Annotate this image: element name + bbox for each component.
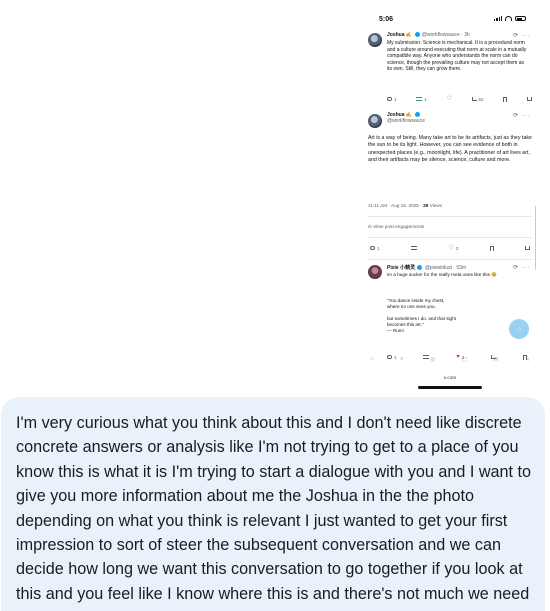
tweet-item[interactable]: Joshua ✍️ @workflowsauce · 3h ⟳ ··· My s… [368,32,533,112]
reply-count: 1 [377,245,380,251]
reply-count: 1 [394,96,397,102]
bookmark-button[interactable] [503,96,508,102]
heart-icon: ♡ [448,245,454,251]
repost-button[interactable] [410,246,417,250]
tweet-header: Pixie 小精灵 @pixieiidust · 53m [387,264,466,271]
avatar[interactable] [368,33,382,47]
bookmark-icon [503,96,508,102]
divider [368,259,532,260]
views-button[interactable]: 62 [471,96,484,102]
scrollbar[interactable] [534,206,536,270]
quoted-poem: "You dance inside my chest, where no one… [387,298,456,333]
views-label: Views [428,203,443,208]
more-icon[interactable]: ⟳ ··· [513,32,531,39]
reply-icon [387,97,392,101]
share-icon [526,97,532,101]
wifi-icon [505,16,512,21]
battery-icon [515,16,526,21]
emoji-icon: ✍️ [405,32,413,38]
engagements-label: View post engagements [373,225,425,230]
more-icon[interactable]: ⟳ ··· [513,264,531,271]
share-button[interactable] [526,97,532,101]
bottom-nav: ⌂ ⌕ ◎ ◻ ✉ ✎ [370,354,530,364]
repost-count: 1 [424,96,427,102]
like-button[interactable]: ♡ 3 [448,245,458,251]
share-icon [524,246,530,250]
tweet-text: im a huge sucker for the really meta one… [387,272,498,277]
grok-icon: ◌ [516,324,522,334]
heart-icon: ♡ [446,96,452,102]
verified-badge-icon [414,32,420,38]
more-icon[interactable]: ⟳ ··· [513,112,531,119]
divider [368,237,532,238]
view-count: 62 [478,96,484,102]
reply-tweet[interactable]: Pixie 小精灵 @pixieiidust · 53m ⟳ ··· im a … [368,264,533,294]
tweet-handle-time: @workflowsauce · 3h [421,32,470,38]
bookmark-button[interactable] [489,245,494,251]
tweet-header: Joshua ✍️ @workflowsauce · 3h [387,32,470,38]
views-icon [471,97,477,101]
reply-icon [370,246,375,250]
main-tweet-header[interactable]: Joshua ✍️ @workflowsauce ⟳ ··· [368,112,533,136]
share-button[interactable] [524,246,530,250]
main-tweet-actions: 1 ♡ 3 [370,244,530,252]
page: 5:06 Joshua ✍️ @workflowsauce · 3h ⟳ ···… [0,0,550,611]
home-icon[interactable]: ⌂ [370,356,374,362]
notifications-icon[interactable]: ◻ [462,356,467,363]
reply-button[interactable]: 1 [370,246,380,251]
search-icon[interactable]: ⌕ [400,356,403,363]
compose-icon[interactable]: ✎ [525,356,530,363]
main-tweet-text: Art is a way of being. Many take art to … [368,135,532,164]
url-bar[interactable]: x.com [362,376,538,381]
tweet-timestamp: 11:11 AM · Aug 15, 2025 · 29 Views [368,203,442,208]
tweet-text: My submission: Science is mechanical. It… [387,40,527,73]
verified-badge-icon [417,265,423,271]
timestamp-text: 11:11 AM · Aug 15, 2025 · [368,203,424,208]
messages-icon[interactable]: ✉ [493,356,498,363]
view-engagements-link[interactable]: ılı View post engagements [368,225,424,230]
reply-button[interactable]: 1 [387,97,397,102]
tweet-screenshot[interactable]: 5:06 Joshua ✍️ @workflowsauce · 3h ⟳ ···… [362,10,538,392]
divider [368,216,532,217]
bookmark-icon [489,245,494,251]
tweet-header: Joshua ✍️ @workflowsauce [387,112,425,124]
like-count: 3 [455,245,459,251]
repost-button[interactable]: 1 [416,97,427,102]
like-button[interactable]: ♡ [446,96,451,102]
status-time: 5:06 [379,16,394,23]
tweet-handle-time: @pixieiidust · 53m [424,265,467,271]
user-message-text: I'm very curious what you think about th… [16,414,532,611]
status-bar: 5:06 [362,14,538,26]
signal-icon [494,16,502,21]
tweet-author[interactable]: Joshua [387,32,405,38]
avatar[interactable] [368,114,382,128]
communities-icon[interactable]: ◎ [430,356,435,363]
grok-button[interactable]: ◌ [509,319,529,339]
tweet-author[interactable]: Pixie 小精灵 [387,265,415,271]
repost-icon [410,246,417,250]
repost-icon [416,97,423,101]
verified-badge-icon [414,112,420,118]
avatar[interactable] [368,265,382,279]
status-icons [494,16,526,21]
tweet-handle: @workflowsauce [387,118,425,124]
home-indicator[interactable] [418,386,482,389]
tweet-actions: 1 1 ♡ 62 [387,95,532,103]
